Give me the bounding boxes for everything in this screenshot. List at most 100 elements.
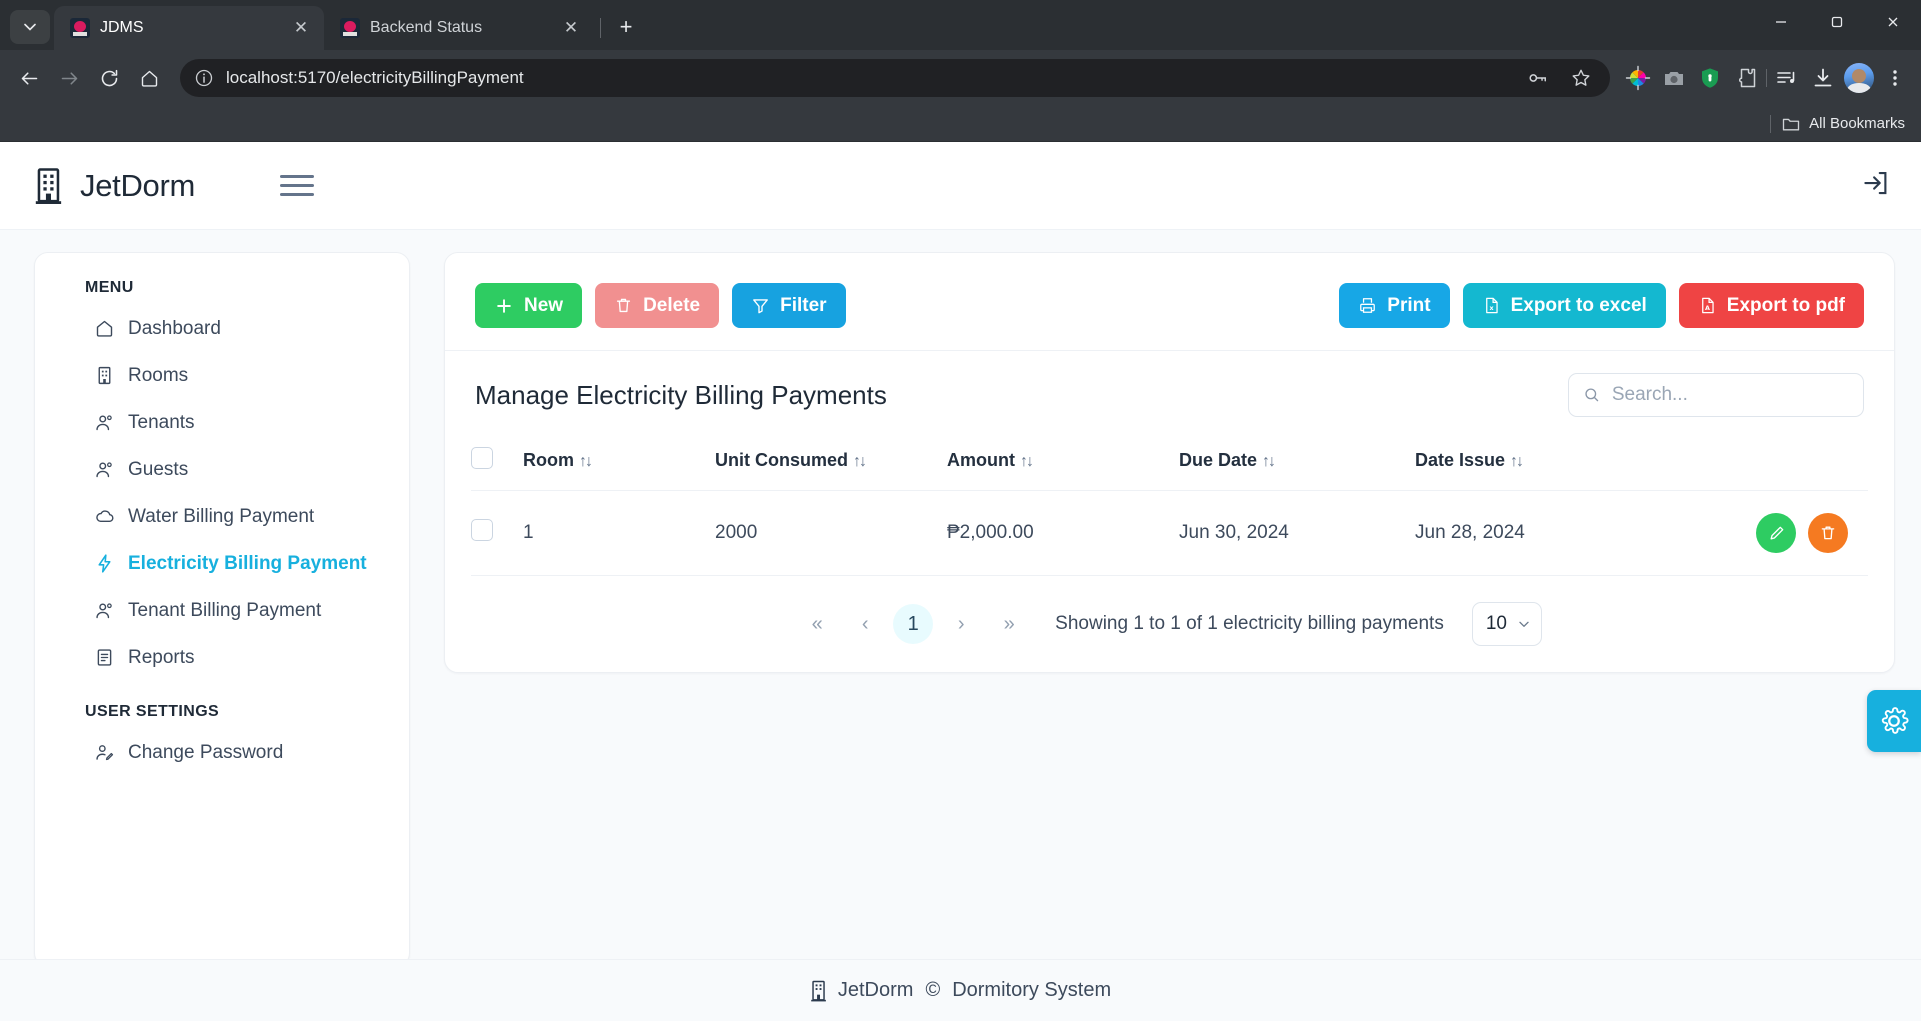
search-box[interactable]	[1568, 373, 1864, 417]
close-icon	[1888, 17, 1898, 27]
export-pdf-button[interactable]: A Export to pdf	[1678, 283, 1864, 328]
column-header-date-issue[interactable]: Date Issue ↑↓	[1415, 433, 1651, 491]
print-button-label: Print	[1387, 294, 1431, 316]
table-body: 1 2000 ₱2,000.00 Jun 30, 2024 Jun 28, 20…	[471, 490, 1868, 576]
delete-button[interactable]: Delete	[595, 283, 720, 328]
edit-row-button[interactable]	[1756, 513, 1796, 553]
sidebar-item-guests[interactable]: Guests	[57, 446, 389, 493]
sort-icon[interactable]: ↑↓	[1510, 453, 1524, 470]
last-page-button[interactable]: »	[989, 604, 1029, 644]
tab-search-button[interactable]	[10, 10, 50, 44]
print-button[interactable]: Print	[1339, 283, 1450, 328]
profile-button[interactable]	[1843, 62, 1875, 94]
reload-button[interactable]	[90, 59, 128, 97]
app-brand[interactable]: JetDorm	[34, 167, 195, 205]
sort-icon[interactable]: ↑↓	[853, 453, 867, 470]
minimize-button[interactable]	[1753, 0, 1809, 44]
sort-icon[interactable]: ↑↓	[1020, 453, 1034, 470]
web-page: JetDorm MENU Dashboard Rooms Tenants Gue…	[0, 142, 1921, 1021]
page-number-button[interactable]: 1	[893, 604, 934, 644]
sidebar-item-electricity-billing-payment[interactable]: Electricity Billing Payment	[57, 540, 389, 587]
all-bookmarks-button[interactable]: All Bookmarks	[1781, 114, 1905, 134]
close-icon[interactable]: ✕	[290, 18, 312, 38]
close-window-button[interactable]	[1865, 0, 1921, 44]
sort-icon[interactable]: ↑↓	[1262, 453, 1276, 470]
export-excel-button[interactable]: x Export to excel	[1462, 283, 1666, 328]
sidebar-item-tenant-billing-payment[interactable]: Tenant Billing Payment	[57, 587, 389, 634]
cell-date-issue: Jun 28, 2024	[1415, 490, 1651, 576]
page-size-select[interactable]: 10	[1471, 602, 1542, 646]
row-select-cell[interactable]	[471, 490, 523, 576]
users-icon	[93, 600, 115, 622]
page-body: MENU Dashboard Rooms Tenants Guests Wate…	[0, 230, 1921, 1021]
security-shield-extension-button[interactable]	[1694, 62, 1726, 94]
page-footer: JetDorm © Dormitory System	[0, 959, 1921, 1021]
close-icon[interactable]: ✕	[560, 18, 582, 38]
sidebar-item-rooms[interactable]: Rooms	[57, 352, 389, 399]
select-all-header[interactable]	[471, 433, 523, 491]
sidebar-item-tenants[interactable]: Tenants	[57, 399, 389, 446]
logout-button[interactable]	[1861, 168, 1891, 203]
sidebar-item-label: Tenant Billing Payment	[128, 599, 322, 621]
browser-menu-button[interactable]	[1879, 62, 1911, 94]
delete-row-button[interactable]	[1808, 513, 1848, 553]
main-content: New Delete Filter Print x Export to exce…	[444, 252, 1895, 1021]
prev-page-button[interactable]: ‹	[845, 604, 885, 644]
omnibox-actions	[1518, 59, 1600, 97]
sidebar-item-change-password[interactable]: Change Password	[57, 729, 389, 776]
extensions-puzzle-button[interactable]	[1730, 62, 1762, 94]
three-dot-menu-icon	[1893, 70, 1897, 86]
downloads-button[interactable]	[1807, 62, 1839, 94]
password-manager-button[interactable]	[1518, 59, 1556, 97]
sidebar-item-label: Dashboard	[128, 317, 221, 339]
browser-toolbar: localhost:5170/electricityBillingPayment	[0, 50, 1921, 106]
first-page-button[interactable]: «	[797, 604, 837, 644]
export-excel-button-label: Export to excel	[1510, 294, 1647, 316]
minimize-icon	[1776, 21, 1786, 23]
extensions-area	[1622, 62, 1911, 94]
maximize-button[interactable]	[1809, 0, 1865, 44]
column-header-due-date[interactable]: Due Date ↑↓	[1179, 433, 1415, 491]
next-page-button[interactable]: ›	[941, 604, 981, 644]
bookmark-button[interactable]	[1562, 59, 1600, 97]
back-button[interactable]	[10, 59, 48, 97]
footer-copyright: ©	[925, 979, 941, 1001]
building-icon	[811, 980, 826, 1001]
row-checkbox[interactable]	[471, 519, 493, 541]
document-icon	[93, 647, 115, 669]
sort-icon[interactable]: ↑↓	[579, 453, 593, 470]
edit-pencil-icon	[1770, 526, 1783, 539]
column-header-amount[interactable]: Amount ↑↓	[947, 433, 1179, 491]
table-head: Room ↑↓ Unit Consumed ↑↓ Amount ↑↓ Due Date…	[471, 433, 1868, 491]
address-bar[interactable]: localhost:5170/electricityBillingPayment	[180, 59, 1610, 97]
color-wheel-extension-button[interactable]	[1622, 62, 1654, 94]
home-button[interactable]	[130, 59, 168, 97]
camera-extension-button[interactable]	[1658, 62, 1690, 94]
filter-button[interactable]: Filter	[732, 283, 846, 328]
sidebar-item-reports[interactable]: Reports	[57, 634, 389, 681]
forward-button[interactable]	[50, 59, 88, 97]
page-size-value: 10	[1485, 613, 1507, 634]
browser-tab-backend-status[interactable]: Backend Status ✕	[324, 6, 594, 50]
sidebar-item-water-billing-payment[interactable]: Water Billing Payment	[57, 493, 389, 540]
select-all-checkbox[interactable]	[471, 447, 493, 469]
column-header-unit-consumed[interactable]: Unit Consumed ↑↓	[715, 433, 947, 491]
chevron-down-icon	[1519, 621, 1529, 627]
home-icon	[93, 318, 115, 340]
browser-tab-jdms[interactable]: JDMS ✕	[54, 6, 324, 50]
search-input[interactable]	[1611, 384, 1849, 406]
hamburger-bar	[280, 175, 315, 178]
column-header-room[interactable]: Room ↑↓	[523, 433, 715, 491]
new-tab-button[interactable]: +	[609, 10, 643, 44]
sidebar-item-dashboard[interactable]: Dashboard	[57, 305, 389, 352]
content-card: New Delete Filter Print x Export to exce…	[444, 252, 1895, 673]
site-info-icon	[195, 69, 213, 87]
pagination: « ‹ 1 › » Showing 1 to 1 of 1 electricit…	[471, 576, 1868, 646]
all-bookmarks-label: All Bookmarks	[1809, 115, 1905, 132]
new-button[interactable]: New	[475, 283, 583, 328]
table-header-row: Room ↑↓ Unit Consumed ↑↓ Amount ↑↓ Due Date…	[471, 433, 1868, 491]
media-playlist-button[interactable]	[1771, 62, 1803, 94]
menu-toggle-button[interactable]	[280, 175, 315, 196]
table-row[interactable]: 1 2000 ₱2,000.00 Jun 30, 2024 Jun 28, 20…	[471, 490, 1868, 576]
settings-panel-button[interactable]	[1867, 690, 1921, 752]
